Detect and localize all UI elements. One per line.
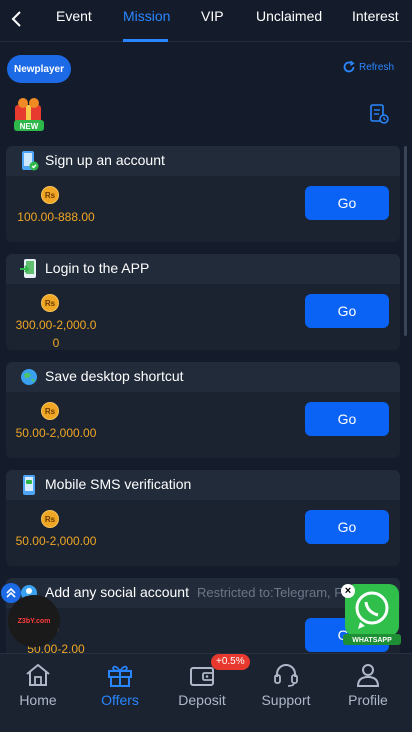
tab-event[interactable]: Event bbox=[56, 8, 92, 24]
task-title: Save desktop shortcut bbox=[45, 368, 184, 384]
go-button[interactable]: Go bbox=[305, 510, 389, 544]
deposit-bonus-badge: +0.5% bbox=[211, 654, 250, 670]
nav-offers[interactable]: Offers bbox=[82, 662, 158, 708]
gift-icon bbox=[108, 665, 132, 687]
rupee-coin-icon: Rs bbox=[41, 294, 59, 312]
phone-check-icon bbox=[22, 151, 39, 171]
rupee-coin-icon: Rs bbox=[41, 510, 59, 528]
refresh-button[interactable]: Refresh bbox=[342, 60, 394, 74]
active-tab-indicator bbox=[123, 39, 168, 42]
new-badge-text: NEW bbox=[20, 122, 39, 131]
nav-home[interactable]: Home bbox=[0, 662, 76, 708]
task-card: Save desktop shortcut Rs 50.00-2,000.00 … bbox=[6, 362, 400, 458]
task-reward: 50.00-2,000.00 bbox=[15, 426, 97, 440]
tab-unclaimed[interactable]: Unclaimed bbox=[256, 8, 322, 24]
nav-label: Home bbox=[19, 692, 57, 708]
bottom-nav: Home Offers Deposit Support Profile bbox=[0, 653, 412, 732]
nav-profile[interactable]: Profile bbox=[330, 662, 406, 708]
headset-icon bbox=[274, 664, 298, 687]
brand-logo-floater[interactable]: Z3bY.com bbox=[8, 595, 60, 647]
refresh-label: Refresh bbox=[359, 61, 395, 73]
task-title-text: Add any social account bbox=[45, 584, 189, 600]
whatsapp-label: WHATSAPP bbox=[352, 637, 392, 644]
sms-phone-icon bbox=[23, 475, 35, 495]
double-chevron-up-icon bbox=[6, 587, 16, 598]
task-reward: 300.00-2,000.00 bbox=[15, 318, 97, 350]
top-nav: Event Mission VIP Unclaimed Interest bbox=[0, 0, 412, 42]
task-title-text: Save desktop shortcut bbox=[45, 368, 184, 384]
refresh-icon bbox=[343, 60, 355, 73]
nav-label: Support bbox=[261, 692, 311, 708]
task-title-text: Login to the APP bbox=[45, 260, 150, 276]
tab-vip[interactable]: VIP bbox=[201, 8, 224, 24]
task-card-header: Mobile SMS verification bbox=[6, 470, 400, 500]
task-card: Login to the APP Rs 300.00-2,000.00 Go bbox=[6, 254, 400, 350]
rupee-coin-icon: Rs bbox=[41, 186, 59, 204]
task-title: Add any social account Restricted to:Tele… bbox=[45, 584, 342, 600]
go-button[interactable]: Go bbox=[305, 294, 389, 328]
nav-label: Profile bbox=[348, 692, 388, 708]
home-icon bbox=[26, 663, 50, 686]
rupee-coin-icon: Rs bbox=[41, 402, 59, 420]
whatsapp-close-button[interactable]: × bbox=[341, 584, 355, 598]
task-card: Sign up an account Rs 100.00-888.00 Go bbox=[6, 146, 400, 242]
go-button[interactable]: Go bbox=[305, 402, 389, 436]
globe-shortcut-icon bbox=[21, 369, 37, 385]
task-card-header: Login to the APP bbox=[6, 254, 400, 284]
newplayer-filter-button[interactable]: Newplayer bbox=[7, 55, 71, 83]
task-restriction-note: Restricted to:Telegram, F bbox=[196, 585, 343, 600]
task-reward: 50.00-2,000.00 bbox=[15, 534, 97, 548]
nav-support[interactable]: Support bbox=[248, 662, 324, 708]
task-title: Sign up an account bbox=[45, 152, 165, 168]
tab-interest[interactable]: Interest bbox=[352, 8, 399, 24]
history-document-icon[interactable] bbox=[368, 103, 390, 125]
task-title-text: Mobile SMS verification bbox=[45, 476, 192, 492]
task-card-header: Save desktop shortcut bbox=[6, 362, 400, 392]
back-arrow-icon[interactable] bbox=[6, 8, 28, 30]
task-card-header: Sign up an account bbox=[6, 146, 400, 176]
new-gift-icon: NEW bbox=[14, 98, 44, 131]
task-card: Mobile SMS verification Rs 50.00-2,000.0… bbox=[6, 470, 400, 566]
login-phone-icon bbox=[20, 259, 36, 278]
scrollbar[interactable] bbox=[404, 146, 407, 336]
go-button[interactable]: Go bbox=[305, 186, 389, 220]
task-title-text: Sign up an account bbox=[45, 152, 165, 168]
nav-label: Deposit bbox=[178, 692, 226, 708]
task-title: Mobile SMS verification bbox=[45, 476, 191, 492]
tab-mission[interactable]: Mission bbox=[123, 8, 170, 24]
user-icon bbox=[356, 664, 380, 687]
nav-label: Offers bbox=[101, 692, 139, 708]
task-title: Login to the APP bbox=[45, 260, 149, 276]
task-reward: 100.00-888.00 bbox=[17, 210, 95, 224]
